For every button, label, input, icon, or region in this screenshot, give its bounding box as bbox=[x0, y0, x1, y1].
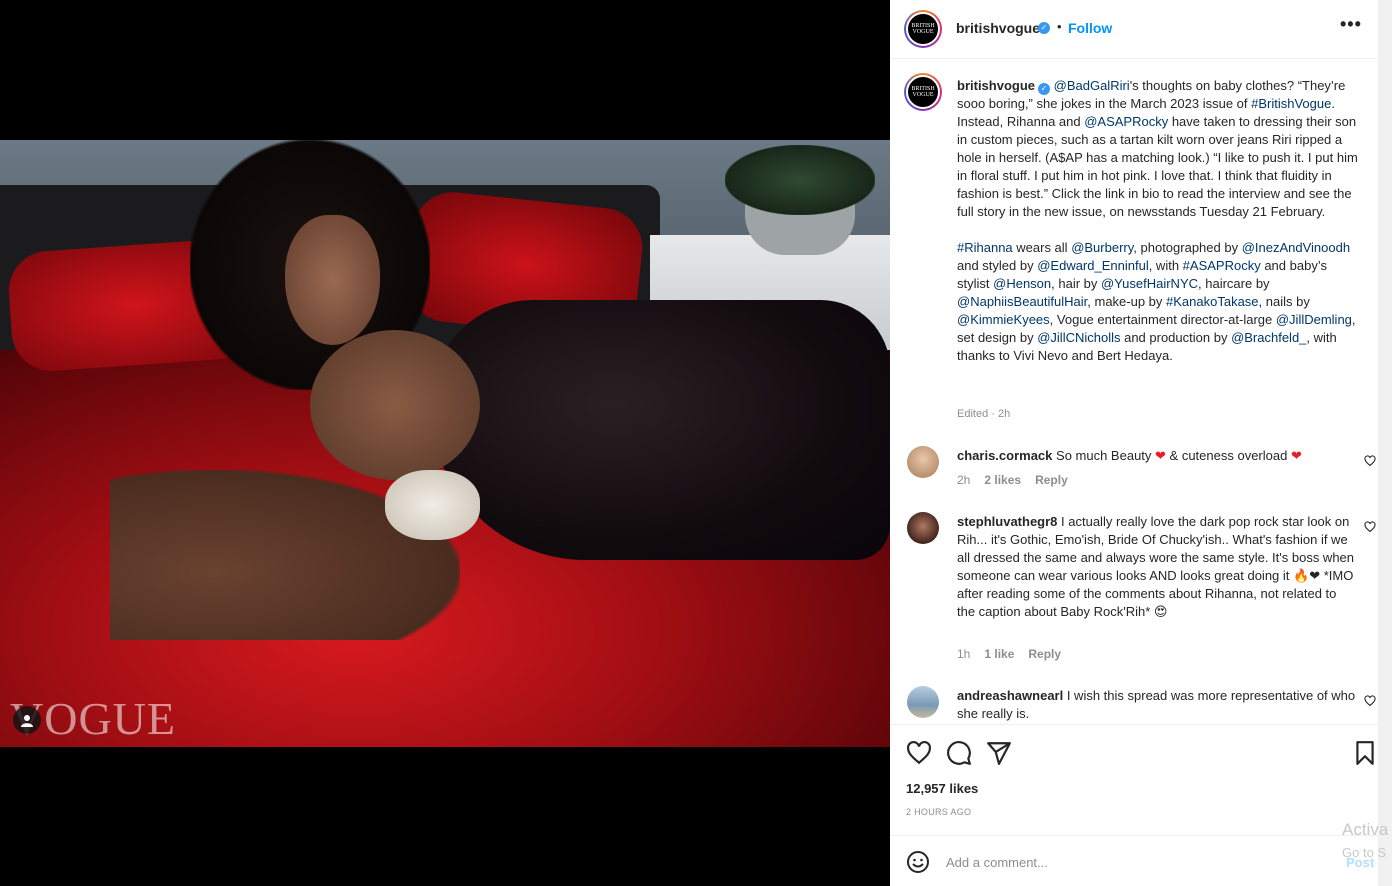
comment-username[interactable]: charis.cormack bbox=[957, 448, 1052, 463]
user-icon bbox=[21, 715, 33, 727]
caption-link[interactable]: @JillDemling bbox=[1276, 312, 1352, 327]
comment-meta: 2h 2 likes Reply bbox=[957, 473, 1068, 487]
likes-count[interactable]: 12,957 likes bbox=[906, 781, 978, 796]
save-bookmark-icon[interactable] bbox=[1352, 740, 1378, 766]
caption-link[interactable]: #Rihanna bbox=[957, 240, 1013, 255]
avatar[interactable] bbox=[907, 446, 939, 478]
account-username[interactable]: britishvogue bbox=[956, 20, 1040, 36]
comment-item: andreashawnearl I wish this spread was m… bbox=[890, 684, 1378, 722]
caption-text-segment: , haircare by bbox=[1198, 276, 1270, 291]
heart-emoji-icon: ❤ bbox=[1155, 448, 1166, 463]
caption-link[interactable]: #KanakoTakase bbox=[1166, 294, 1259, 309]
caption-link[interactable]: @NaphiisBeautifulHair bbox=[957, 294, 1087, 309]
caption-text-segment: , Vogue entertainment director-at-large bbox=[1049, 312, 1276, 327]
comment-username[interactable]: andreashawnearl bbox=[957, 688, 1063, 703]
comment-likes[interactable]: 1 like bbox=[984, 647, 1014, 661]
post-media: VOGUE bbox=[0, 0, 890, 886]
caption-text-segment: , with bbox=[1148, 258, 1183, 273]
caption-body: @BadGalRiri's thoughts on baby clothes? … bbox=[957, 78, 1358, 219]
like-heart-icon[interactable] bbox=[906, 740, 932, 766]
caption-text-segment: have taken to dressing their son in cust… bbox=[957, 114, 1358, 219]
reply-button[interactable]: Reply bbox=[1035, 473, 1068, 487]
windows-activation-text: Activa bbox=[1342, 820, 1389, 839]
comment-likes[interactable]: 2 likes bbox=[984, 473, 1021, 487]
post-photo[interactable]: VOGUE bbox=[0, 140, 890, 747]
comment-time: 2h bbox=[957, 473, 971, 487]
avatar[interactable]: BRITISH VOGUE bbox=[904, 10, 942, 48]
photo-dress bbox=[430, 300, 890, 560]
caption-text-segment: and production by bbox=[1120, 330, 1232, 345]
avatar-logo: BRITISH VOGUE bbox=[906, 75, 940, 109]
avatar[interactable]: BRITISH VOGUE bbox=[904, 73, 942, 111]
post-header: BRITISH VOGUE britishvogue ✓ • Follow ••… bbox=[890, 0, 1378, 59]
instagram-post-modal: VOGUE BRITISH VOGUE britishvogue ✓ • Fol… bbox=[0, 0, 1392, 886]
post-side-panel: BRITISH VOGUE britishvogue ✓ • Follow ••… bbox=[890, 0, 1378, 886]
caption-text-segment: , photographed by bbox=[1133, 240, 1242, 255]
tagged-user-button[interactable] bbox=[13, 706, 41, 734]
like-comment-heart-icon[interactable] bbox=[1364, 521, 1376, 533]
heart-emoji-icon: ❤ bbox=[1290, 448, 1302, 463]
share-send-icon[interactable] bbox=[986, 740, 1012, 766]
caption-link[interactable]: @Henson bbox=[993, 276, 1051, 291]
photo-torso bbox=[310, 330, 480, 480]
like-comment-heart-icon[interactable] bbox=[1364, 695, 1376, 707]
avatar[interactable] bbox=[907, 512, 939, 544]
caption-text-segment: , nails by bbox=[1258, 294, 1310, 309]
comment-text: charis.cormack So much Beauty ❤ & cutene… bbox=[957, 448, 1302, 463]
comment-time: 1h bbox=[957, 647, 971, 661]
caption-link[interactable]: @YusefHairNYC bbox=[1101, 276, 1198, 291]
caption-username[interactable]: britishvogue bbox=[957, 78, 1035, 93]
caption-text-segment: , make-up by bbox=[1087, 294, 1167, 309]
photo-plant bbox=[725, 145, 875, 215]
caption-link[interactable]: @Burberry bbox=[1071, 240, 1133, 255]
post-timestamp: 2 HOURS AGO bbox=[906, 807, 972, 817]
photo-face bbox=[285, 215, 380, 345]
comment-text: andreashawnearl I wish this spread was m… bbox=[957, 688, 1356, 721]
caption-link[interactable]: @JillCNicholls bbox=[1037, 330, 1120, 345]
emoji-icon[interactable] bbox=[906, 850, 930, 874]
verified-badge-icon: ✓ bbox=[1038, 83, 1051, 95]
caption-text-segment: wears all bbox=[1012, 240, 1072, 255]
comment-username[interactable]: stephluvathegr8 bbox=[957, 514, 1057, 529]
caption-edited-time: Edited · 2h bbox=[957, 408, 1011, 420]
windows-activation-subtext: Go to S bbox=[1342, 845, 1387, 860]
add-comment-bar: Post bbox=[890, 835, 1378, 886]
reply-button[interactable]: Reply bbox=[1028, 647, 1061, 661]
caption-link[interactable]: @KimmieKyees bbox=[957, 312, 1050, 327]
follow-button[interactable]: Follow bbox=[1068, 20, 1112, 36]
post-actions: 12,957 likes 2 HOURS AGO Post bbox=[890, 724, 1378, 886]
caption-link[interactable]: @Edward_Enninful bbox=[1037, 258, 1148, 273]
caption-link[interactable]: #ASAPRocky bbox=[1183, 258, 1261, 273]
avatar[interactable] bbox=[907, 686, 939, 718]
caption-link[interactable]: @InezAndVinoodh bbox=[1242, 240, 1350, 255]
comment-input[interactable] bbox=[946, 851, 1326, 873]
caption-text-segment: and styled by bbox=[957, 258, 1038, 273]
like-comment-heart-icon[interactable] bbox=[1364, 455, 1376, 467]
photo-diaper bbox=[385, 470, 480, 540]
caption-credits: #Rihanna wears all @Burberry, photograph… bbox=[957, 240, 1356, 363]
caption-text: britishvogue ✓ @BadGalRiri's thoughts on … bbox=[957, 77, 1362, 365]
scrollbar[interactable] bbox=[1378, 0, 1392, 886]
comment-text: stephluvathegr8 I actually really love t… bbox=[957, 514, 1355, 619]
caption-block: BRITISH VOGUE britishvogue ✓ @BadGalRiri'… bbox=[890, 60, 1378, 430]
more-options-icon[interactable]: ••• bbox=[1340, 14, 1362, 35]
caption-link[interactable]: @BadGalRiri bbox=[1054, 78, 1130, 93]
caption-link[interactable]: @ASAPRocky bbox=[1084, 114, 1168, 129]
caption-link[interactable]: #BritishVogue bbox=[1251, 96, 1331, 111]
comment-meta: 1h 1 like Reply bbox=[957, 647, 1061, 661]
caption-link[interactable]: @Brachfeld_ bbox=[1231, 330, 1306, 345]
caption-text-segment: , hair by bbox=[1051, 276, 1101, 291]
avatar-logo: BRITISH VOGUE bbox=[906, 12, 940, 46]
verified-badge-icon: ✓ bbox=[1038, 22, 1050, 34]
separator-dot: • bbox=[1057, 19, 1062, 34]
comment-bubble-icon[interactable] bbox=[946, 740, 972, 766]
